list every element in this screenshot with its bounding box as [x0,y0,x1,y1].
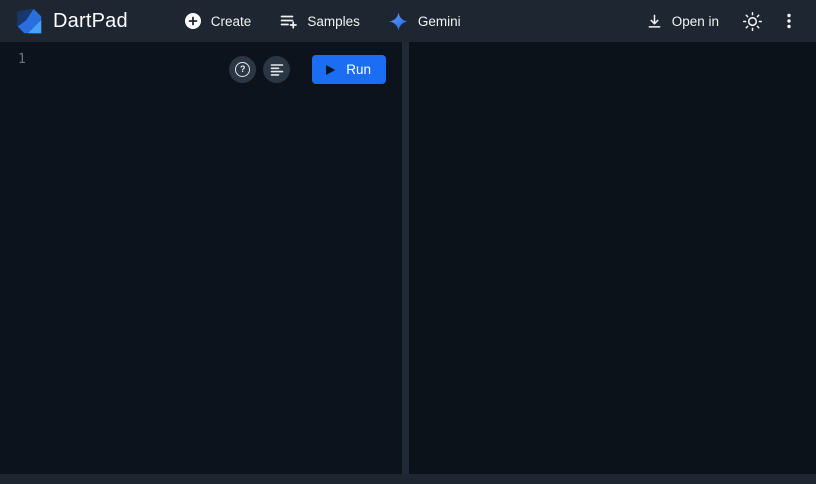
panel-resize-handle[interactable] [402,42,409,474]
header-right: Open in [636,6,802,37]
gemini-button[interactable]: Gemini [378,5,471,38]
run-button[interactable]: Run [312,55,386,84]
format-align-left-icon [270,63,284,76]
app-title: DartPad [53,9,128,32]
open-in-button[interactable]: Open in [636,7,729,36]
help-icon: ? [235,62,251,77]
theme-toggle-button[interactable] [737,6,768,37]
download-icon [648,14,661,28]
editor-toolbar: ? Run [229,55,386,84]
add-circle-icon [184,13,201,29]
output-panel [409,42,816,474]
line-number: 1 [18,52,26,67]
format-button[interactable] [263,56,291,83]
open-in-button-label: Open in [671,13,719,29]
run-button-label: Run [346,62,371,77]
samples-button[interactable]: Samples [269,6,370,37]
dartpad-app: DartPad Create Samples Gemini Open in 1 … [0,0,816,484]
play-icon [326,64,336,75]
create-button[interactable]: Create [174,6,262,36]
help-button[interactable]: ? [229,56,257,83]
gemini-sparkle-icon [389,11,408,31]
brand: DartPad [14,6,128,36]
kebab-menu-icon [787,13,791,29]
create-button-label: Create [210,13,252,29]
sun-icon [742,11,763,31]
overflow-menu-button[interactable] [776,7,802,35]
app-header: DartPad Create Samples Gemini Open in [0,0,816,42]
status-bar [0,474,816,484]
gemini-button-label: Gemini [417,13,461,29]
code-editor-panel[interactable]: 1 ? Run [0,42,402,474]
samples-button-label: Samples [307,13,360,29]
dart-logo-icon [17,8,42,34]
header-nav: Create Samples Gemini [174,5,471,38]
playlist-add-icon [280,15,298,29]
main-split-view: 1 ? Run [0,42,816,474]
